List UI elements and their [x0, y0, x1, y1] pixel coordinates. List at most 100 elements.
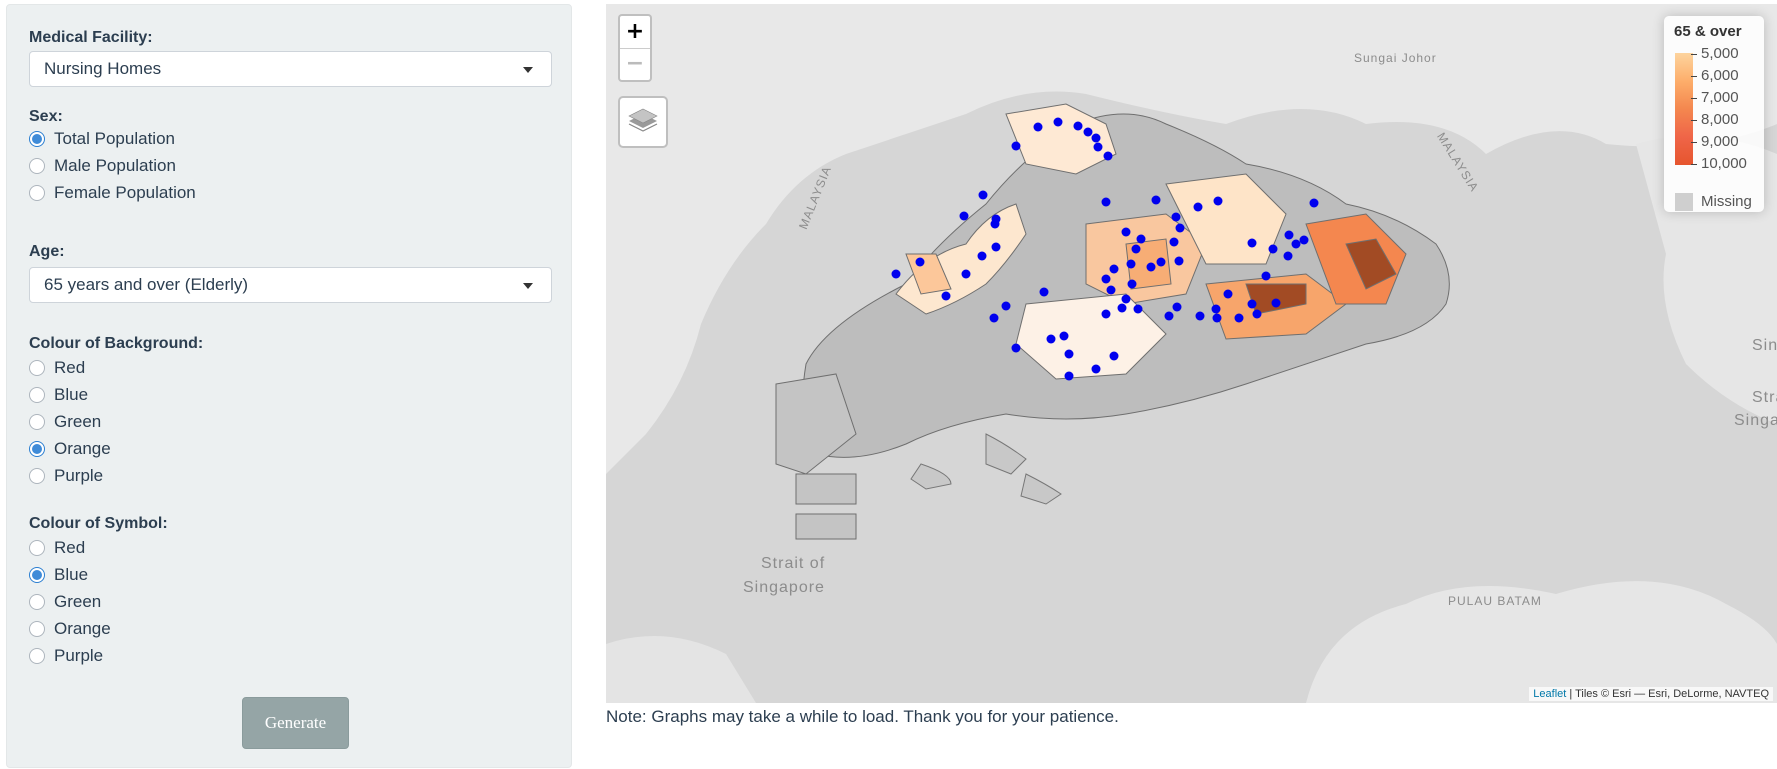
symbol-option-blue[interactable]: Blue	[29, 563, 88, 587]
nursing-home-marker	[1172, 302, 1182, 312]
medical-facility-select[interactable]: Nursing Homes	[29, 51, 552, 87]
radio-button[interactable]	[29, 621, 45, 637]
nursing-home-marker	[1271, 298, 1281, 308]
nursing-home-marker	[1212, 313, 1222, 323]
sex-option-total[interactable]: Total Population	[29, 127, 175, 151]
nursing-home-marker	[961, 269, 971, 279]
radio-button[interactable]	[29, 468, 45, 484]
layers-control-button[interactable]	[618, 96, 668, 148]
nursing-home-marker	[1101, 274, 1111, 284]
symbol-option-label: Orange	[54, 619, 111, 638]
nursing-home-marker	[1213, 196, 1223, 206]
radio-button[interactable]	[29, 185, 45, 201]
nursing-home-marker	[978, 190, 988, 200]
nursing-home-marker	[1011, 141, 1021, 151]
map-label-pulau-batam: PULAU BATAM	[1448, 594, 1542, 608]
leaflet-map[interactable]: Sungai Johor MALAYSIA MALAYSIA Strait of…	[606, 4, 1777, 703]
radio-button[interactable]	[29, 648, 45, 664]
nursing-home-marker	[1131, 244, 1141, 254]
nursing-home-marker	[1309, 198, 1319, 208]
nursing-home-marker	[941, 291, 951, 301]
symbol-option-red[interactable]: Red	[29, 536, 85, 560]
nursing-home-marker	[990, 219, 1000, 229]
nursing-home-marker	[1174, 256, 1184, 266]
map-label-sin: Sin	[1752, 337, 1777, 354]
radio-button[interactable]	[29, 540, 45, 556]
sex-option-label: Total Population	[54, 129, 175, 148]
nursing-home-marker	[959, 211, 969, 221]
background-option-label: Orange	[54, 439, 111, 458]
nursing-home-marker	[1091, 133, 1101, 143]
age-select[interactable]: 65 years and over (Elderly)	[29, 267, 552, 303]
background-option-orange[interactable]: Orange	[29, 437, 111, 461]
legend-tick	[1691, 76, 1697, 77]
radio-button[interactable]	[29, 441, 45, 457]
legend-missing-swatch	[1675, 193, 1693, 211]
age-value: 65 years and over (Elderly)	[44, 275, 249, 294]
background-option-label: Purple	[54, 466, 104, 485]
symbol-option-purple[interactable]: Purple	[29, 644, 103, 668]
nursing-home-marker	[1121, 294, 1131, 304]
background-colour-label: Colour of Background:	[29, 335, 204, 352]
symbol-option-label: Purple	[54, 646, 104, 665]
symbol-option-orange[interactable]: Orange	[29, 617, 111, 641]
nursing-home-marker	[1093, 142, 1103, 152]
nursing-home-marker	[1106, 285, 1116, 295]
symbol-option-green[interactable]: Green	[29, 590, 101, 614]
radio-button[interactable]	[29, 387, 45, 403]
legend-value: 10,000	[1701, 155, 1747, 172]
nursing-home-marker	[1193, 202, 1203, 212]
radio-button[interactable]	[29, 594, 45, 610]
legend-value: 8,000	[1701, 111, 1739, 128]
radio-button[interactable]	[29, 131, 45, 147]
sex-option-male[interactable]: Male Population	[29, 154, 176, 178]
sex-option-label: Male Population	[54, 156, 176, 175]
legend-value: 7,000	[1701, 89, 1739, 106]
radio-button[interactable]	[29, 360, 45, 376]
nursing-home-marker	[1046, 334, 1056, 344]
nursing-home-marker	[1146, 262, 1156, 272]
sex-option-female[interactable]: Female Population	[29, 181, 196, 205]
nursing-home-marker	[1011, 343, 1021, 353]
nursing-home-marker	[1136, 234, 1146, 244]
background-option-label: Red	[54, 358, 86, 377]
legend-value: 9,000	[1701, 133, 1739, 150]
background-option-blue[interactable]: Blue	[29, 383, 88, 407]
map-label-strait-right: Strait	[1752, 389, 1777, 406]
nursing-home-marker	[1133, 304, 1143, 314]
nursing-home-marker	[1091, 364, 1101, 374]
nursing-home-marker	[1101, 197, 1111, 207]
legend-tick	[1691, 142, 1697, 143]
legend-tick	[1691, 54, 1697, 55]
medical-facility-value: Nursing Homes	[44, 59, 162, 78]
radio-button[interactable]	[29, 567, 45, 583]
background-option-green[interactable]: Green	[29, 410, 101, 434]
nursing-home-marker	[1151, 195, 1161, 205]
map-legend: 65 & over 5,000 6,000 7,000 8,000 9,000 …	[1664, 16, 1764, 212]
nursing-home-marker	[1283, 251, 1293, 261]
background-option-red[interactable]: Red	[29, 356, 85, 380]
radio-button[interactable]	[29, 414, 45, 430]
nursing-home-marker	[1169, 237, 1179, 247]
sex-label: Sex:	[29, 108, 63, 125]
chevron-down-icon	[523, 67, 533, 73]
chevron-down-icon	[523, 283, 533, 289]
zoom-control: + −	[618, 14, 652, 82]
zoom-in-button[interactable]: +	[620, 16, 650, 49]
loading-note: Note: Graphs may take a while to load. T…	[606, 707, 1119, 726]
nursing-home-marker	[1268, 244, 1278, 254]
nursing-home-marker	[977, 251, 987, 261]
background-option-purple[interactable]: Purple	[29, 464, 103, 488]
legend-tick	[1691, 120, 1697, 121]
medical-facility-label: Medical Facility:	[29, 29, 153, 46]
nursing-home-marker	[1299, 235, 1309, 245]
zoom-out-button[interactable]: −	[620, 48, 650, 80]
nursing-home-marker	[1101, 309, 1111, 319]
nursing-home-marker	[1223, 289, 1233, 299]
leaflet-link[interactable]: Leaflet	[1533, 688, 1566, 700]
map-label-strait-line2: Singapore	[743, 579, 825, 596]
nursing-home-marker	[1156, 257, 1166, 267]
generate-button[interactable]: Generate	[242, 697, 349, 749]
symbol-option-label: Green	[54, 592, 102, 611]
radio-button[interactable]	[29, 158, 45, 174]
